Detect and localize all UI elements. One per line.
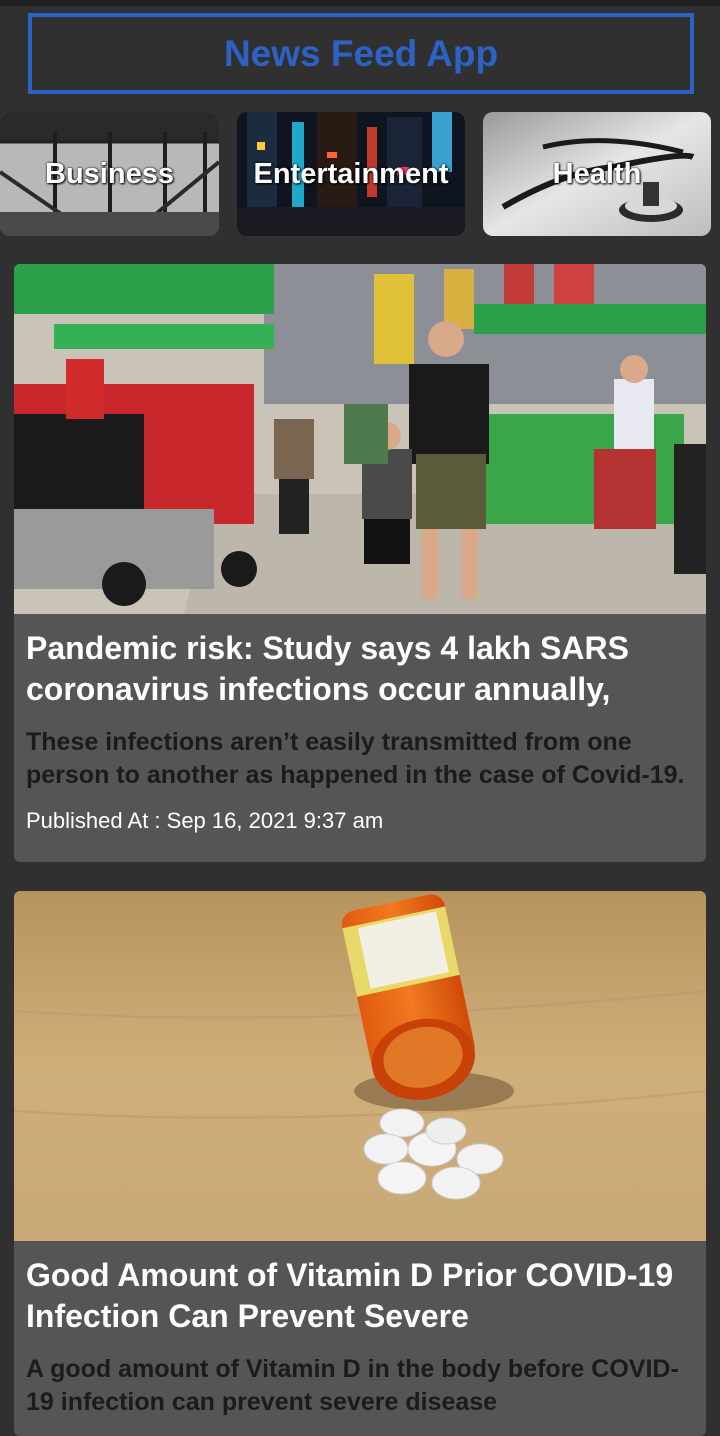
article-description: These infections aren’t easily transmitt… (26, 728, 685, 789)
category-entertainment[interactable]: Entertainment (237, 112, 465, 236)
app-header: News Feed App (28, 13, 694, 94)
app-title: News Feed App (223, 32, 499, 74)
article-title: Pandemic risk: Study says 4 lakh SARS co… (26, 630, 629, 707)
category-label: Health (552, 157, 642, 190)
article-published-date: Published At : Sep 16, 2021 9:37 am (26, 808, 384, 833)
article-card[interactable]: Good Amount of Vitamin D Prior COVID-19 … (14, 891, 706, 1436)
article-description: A good amount of Vitamin D in the body b… (26, 1355, 679, 1416)
article-card[interactable]: Pandemic risk: Study says 4 lakh SARS co… (14, 264, 706, 862)
street-scene-image (14, 264, 706, 614)
category-row: Business Entertainment Health (0, 112, 720, 236)
category-label: Entertainment (253, 157, 449, 190)
pill-bottle-image (14, 891, 706, 1241)
category-health[interactable]: Health (483, 112, 711, 236)
category-business[interactable]: Business (0, 112, 219, 236)
article-image (14, 264, 706, 614)
status-strip (0, 0, 720, 6)
category-label: Business (45, 157, 174, 190)
article-image (14, 891, 706, 1241)
article-title: Good Amount of Vitamin D Prior COVID-19 … (26, 1257, 674, 1334)
